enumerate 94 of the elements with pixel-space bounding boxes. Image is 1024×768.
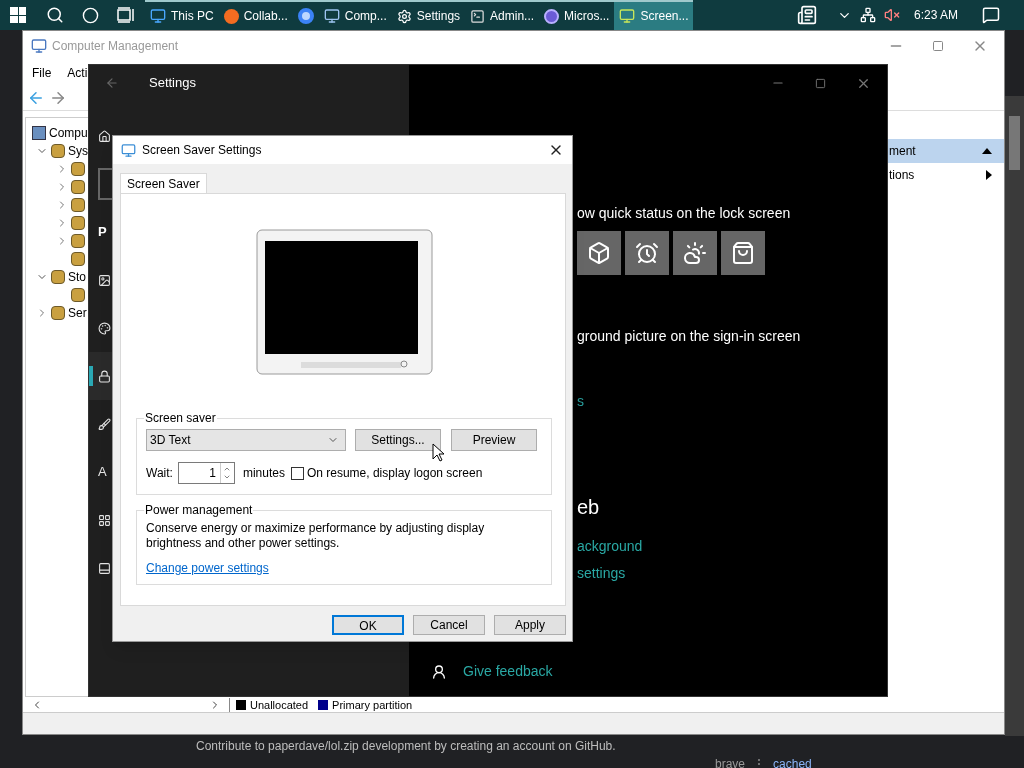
computer-icon [323,8,340,24]
cursor-icon [432,443,444,462]
lock-icon [98,369,111,383]
scrollbar[interactable] [1005,96,1024,736]
app-tile[interactable] [577,231,621,275]
tree-item[interactable]: Compu [49,124,88,142]
nav-item[interactable] [89,352,112,400]
tree-item[interactable]: Sto [68,268,86,286]
app-tile[interactable] [721,231,765,275]
computer-icon [31,38,47,54]
task-view-icon[interactable] [117,7,135,23]
snap-in-icon [71,252,85,266]
section-heading: eb [577,495,600,519]
monitor-icon [619,8,636,24]
link[interactable]: Change power settings [146,559,269,577]
dialog-button[interactable]: Settings... [355,429,441,451]
settings-icon [396,8,412,24]
snap-in-icon [71,180,85,194]
app-tile[interactable] [673,231,717,275]
snap-in-icon [71,198,85,212]
snap-in-icon [71,162,85,176]
weather-icon [683,241,707,265]
dropdown[interactable]: 3D Text [146,429,346,451]
nav-item[interactable]: P [89,208,112,256]
app-tile[interactable] [625,231,669,275]
tab[interactable]: Screen Saver [120,173,207,193]
network-icon[interactable] [859,7,876,23]
news-icon[interactable] [796,5,817,25]
window-title: Settings [149,74,196,93]
font-icon: A [98,462,107,482]
nav-heading: P [98,223,107,242]
clock-text[interactable]: 6:23 AM [913,6,958,24]
taskbar-icon [98,561,111,575]
snap-in-icon [71,288,85,302]
link[interactable]: settings [577,564,626,582]
link[interactable]: s [577,392,584,410]
notice-text: Contribute to paperdave/lol.zip development by creating an account on GitHub. [196,738,616,755]
checkbox-label: On resume, display logon screen [306,465,483,482]
status-link[interactable]: cached [773,755,812,768]
alarm-clock-icon [635,241,659,265]
description-text: Conserve energy or maximize performance by adjusting display brightness and other power settings. [146,521,486,551]
dialog-button[interactable]: Apply [494,615,566,635]
dialog-button[interactable]: OK [332,615,404,635]
dialog-button[interactable]: Preview [451,429,537,451]
snap-in-icon [32,126,46,140]
legend-label: Unallocated [250,698,309,711]
nav-item[interactable]: A [89,448,112,496]
cube-icon [587,241,611,265]
menu-dots[interactable]: ⋮ [753,755,766,768]
menu-item[interactable]: Acti [67,64,88,82]
legend-label: Primary partition [332,698,413,711]
action-item[interactable]: ment [887,139,1004,163]
monitor-icon [150,8,166,24]
snap-in-icon [51,144,65,158]
group-label: Screen saver [144,410,217,427]
windows-logo-icon[interactable] [10,7,26,23]
group-label: Power management [144,502,254,519]
submenu-triangle-icon [986,170,992,180]
notification-icon[interactable] [982,6,1000,24]
grid-icon [98,513,111,527]
home-icon [98,129,111,143]
field-label: Wait: [146,465,173,482]
maximize-icon[interactable] [932,40,944,52]
menu-item[interactable]: File [32,64,52,82]
collapse-triangle-icon [982,148,992,154]
dialog-title: Screen Saver Settings [142,142,262,159]
window-title: Computer Management [52,38,179,55]
monitor-icon [121,142,136,158]
snap-in-icon [51,270,65,284]
maximize-icon[interactable] [815,77,826,89]
status-label: brave [715,756,746,768]
snap-in-icon [71,216,85,230]
tree-item[interactable]: Sys [68,142,88,160]
shopping-bag-icon [731,241,755,265]
taskbar-button[interactable]: Screen... [614,0,694,30]
volume-muted-icon[interactable] [883,7,900,23]
spinner-field[interactable]: 1 [177,462,235,484]
palette-icon [98,321,111,335]
spin-up-icon[interactable] [223,465,232,473]
snap-in-icon [71,234,85,248]
setting-label: ground picture on the sign-in screen [577,327,801,345]
checkbox[interactable] [290,466,304,480]
link[interactable]: ackground [577,537,643,555]
spin-down-icon[interactable] [223,473,232,481]
snap-in-icon [51,306,65,320]
image-icon [98,273,111,287]
feedback-link[interactable]: Give feedback [463,661,553,682]
tree-item[interactable]: Ser [68,304,87,322]
setting-label: ow quick status on the lock screen [577,204,791,223]
dialog-button[interactable]: Cancel [413,615,485,635]
search-icon[interactable] [46,6,64,24]
terminal-icon [470,8,486,24]
unit-label: minutes [242,465,285,482]
feedback-icon[interactable] [431,663,447,680]
